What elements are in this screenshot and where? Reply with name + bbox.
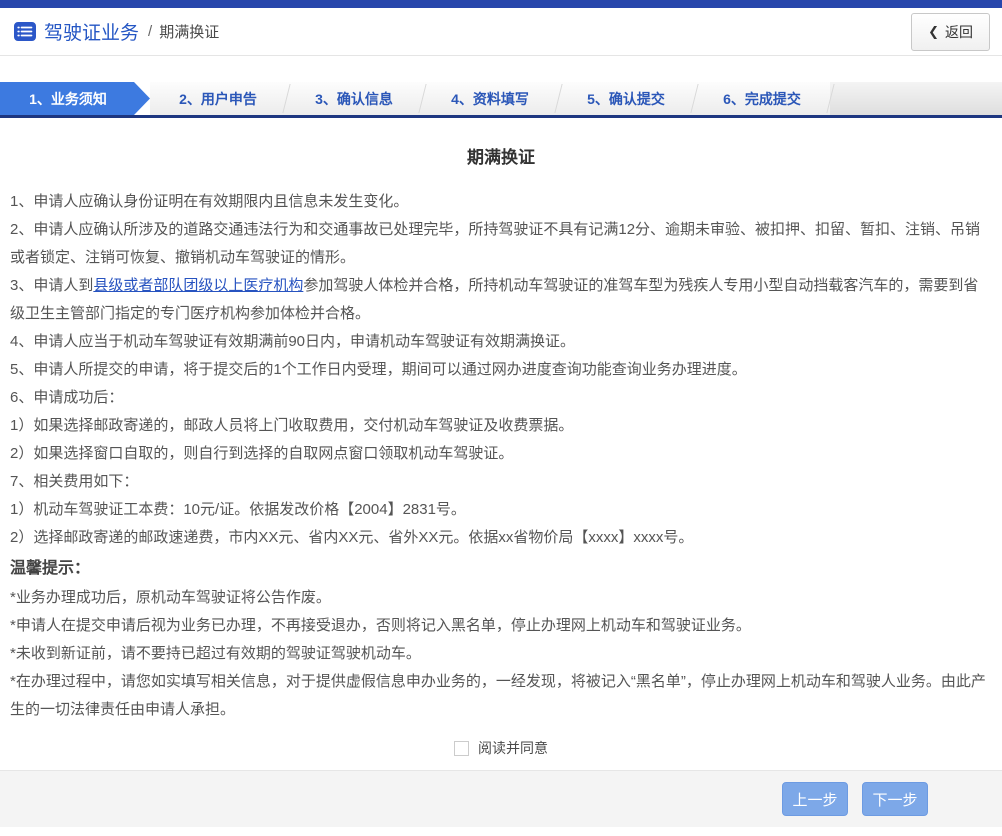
step-wizard: 1、业务须知 2、用户申告 3、确认信息 4、资料填写 5、确认提交 6、完成提… — [0, 82, 1002, 118]
tip-line-3: *未收到新证前，请不要持已超过有效期的驾驶证驾驶机动车。 — [10, 645, 421, 662]
step-label: 4、资料填写 — [451, 90, 529, 107]
tip-line-4: *在办理过程中，请您如实填写相关信息，对于提供虚假信息申办业务的，一经发现，将被… — [10, 673, 986, 718]
header: 驾驶证业务 / 期满换证 ❮ 返回 — [0, 8, 1002, 56]
step-label: 2、用户申告 — [179, 90, 257, 107]
bottom-spacer — [0, 827, 1002, 836]
step-tab-4: 4、资料填写 — [422, 82, 558, 115]
breadcrumb: 驾驶证业务 / 期满换证 — [14, 18, 219, 45]
page-title: 期满换证 — [467, 148, 535, 167]
step-tab-6: 6、完成提交 — [694, 82, 830, 115]
notice-line-2: 2、申请人应确认所涉及的道路交通违法行为和交通事故已处理完毕，所持驾驶证不具有记… — [10, 221, 981, 266]
step-tab-2: 2、用户申告 — [150, 82, 286, 115]
agree-label: 阅读并同意 — [478, 740, 548, 756]
step-tab-3: 3、确认信息 — [286, 82, 422, 115]
breadcrumb-current: 期满换证 — [159, 24, 220, 41]
tip-line-2: *申请人在提交申请后视为业务已办理，不再接受退办，否则将记入黑名单，停止办理网上… — [10, 617, 751, 634]
notice-line-3: 3、申请人到县级或者部队团级以上医疗机构参加驾驶人体检并合格，所持机动车驾驶证的… — [10, 272, 992, 328]
notice-line-5: 5、申请人所提交的申请，将于提交后的1个工作日内受理，期间可以通过网办进度查询功… — [10, 361, 747, 378]
footer-bar: 上一步 下一步 — [0, 770, 1002, 827]
notice-line-7: 7、相关费用如下： — [10, 473, 139, 490]
notice-line-1: 1、申请人应确认身份证明在有效期限内且信息未发生变化。 — [10, 193, 409, 210]
notice-content: 期满换证 1、申请人应确认身份证明在有效期限内且信息未发生变化。 2、申请人应确… — [0, 118, 1002, 770]
next-step-button[interactable]: 下一步 — [862, 782, 928, 816]
step-label: 5、确认提交 — [587, 90, 665, 107]
list-icon — [14, 22, 36, 41]
notice-line-6-2: 2）如果选择窗口自取的，则自行到选择的自取网点窗口领取机动车驾驶证。 — [10, 445, 514, 462]
chevron-left-icon: ❮ — [928, 23, 939, 39]
notice-line-6: 6、申请成功后： — [10, 389, 124, 406]
top-accent-bar — [0, 0, 1002, 8]
notice-line-6-1: 1）如果选择邮政寄递的，邮政人员将上门收取费用，交付机动车驾驶证及收费票据。 — [10, 417, 574, 434]
tips-title: 温馨提示： — [10, 560, 91, 577]
prev-step-button[interactable]: 上一步 — [782, 782, 848, 816]
step-tab-1: 1、业务须知 — [0, 82, 150, 115]
step-label: 6、完成提交 — [723, 90, 801, 107]
step-filler — [830, 82, 1002, 115]
agree-row: 阅读并同意 — [10, 738, 992, 758]
notice-line-4: 4、申请人应当于机动车驾驶证有效期满前90日内，申请机动车驾驶证有效期满换证。 — [10, 333, 576, 350]
step-label: 3、确认信息 — [315, 90, 393, 107]
section-title: 驾驶证业务 — [44, 23, 140, 44]
page: 驾驶证业务 / 期满换证 ❮ 返回 1、业务须知 2、用户申告 3、确认信息 4… — [0, 0, 1002, 836]
agree-checkbox[interactable] — [454, 740, 469, 756]
medical-institution-link[interactable]: 县级或者部队团级以上医疗机构 — [93, 277, 303, 294]
tip-line-1: *业务办理成功后，原机动车驾驶证将公告作废。 — [10, 589, 331, 606]
notice-line-7-2: 2）选择邮政寄递的邮政速递费，市内XX元、省内XX元、省外XX元。依据xx省物价… — [10, 529, 694, 546]
back-button-label: 返回 — [945, 23, 973, 40]
notice-line-7-1: 1）机动车驾驶证工本费：10元/证。依据发改价格【2004】2831号。 — [10, 501, 466, 518]
step-tab-5: 5、确认提交 — [558, 82, 694, 115]
step-label: 1、业务须知 — [29, 90, 107, 107]
breadcrumb-separator: / — [148, 23, 153, 40]
notice-line-3-pre: 3、申请人到 — [10, 277, 94, 294]
back-button[interactable]: ❮ 返回 — [911, 12, 990, 51]
